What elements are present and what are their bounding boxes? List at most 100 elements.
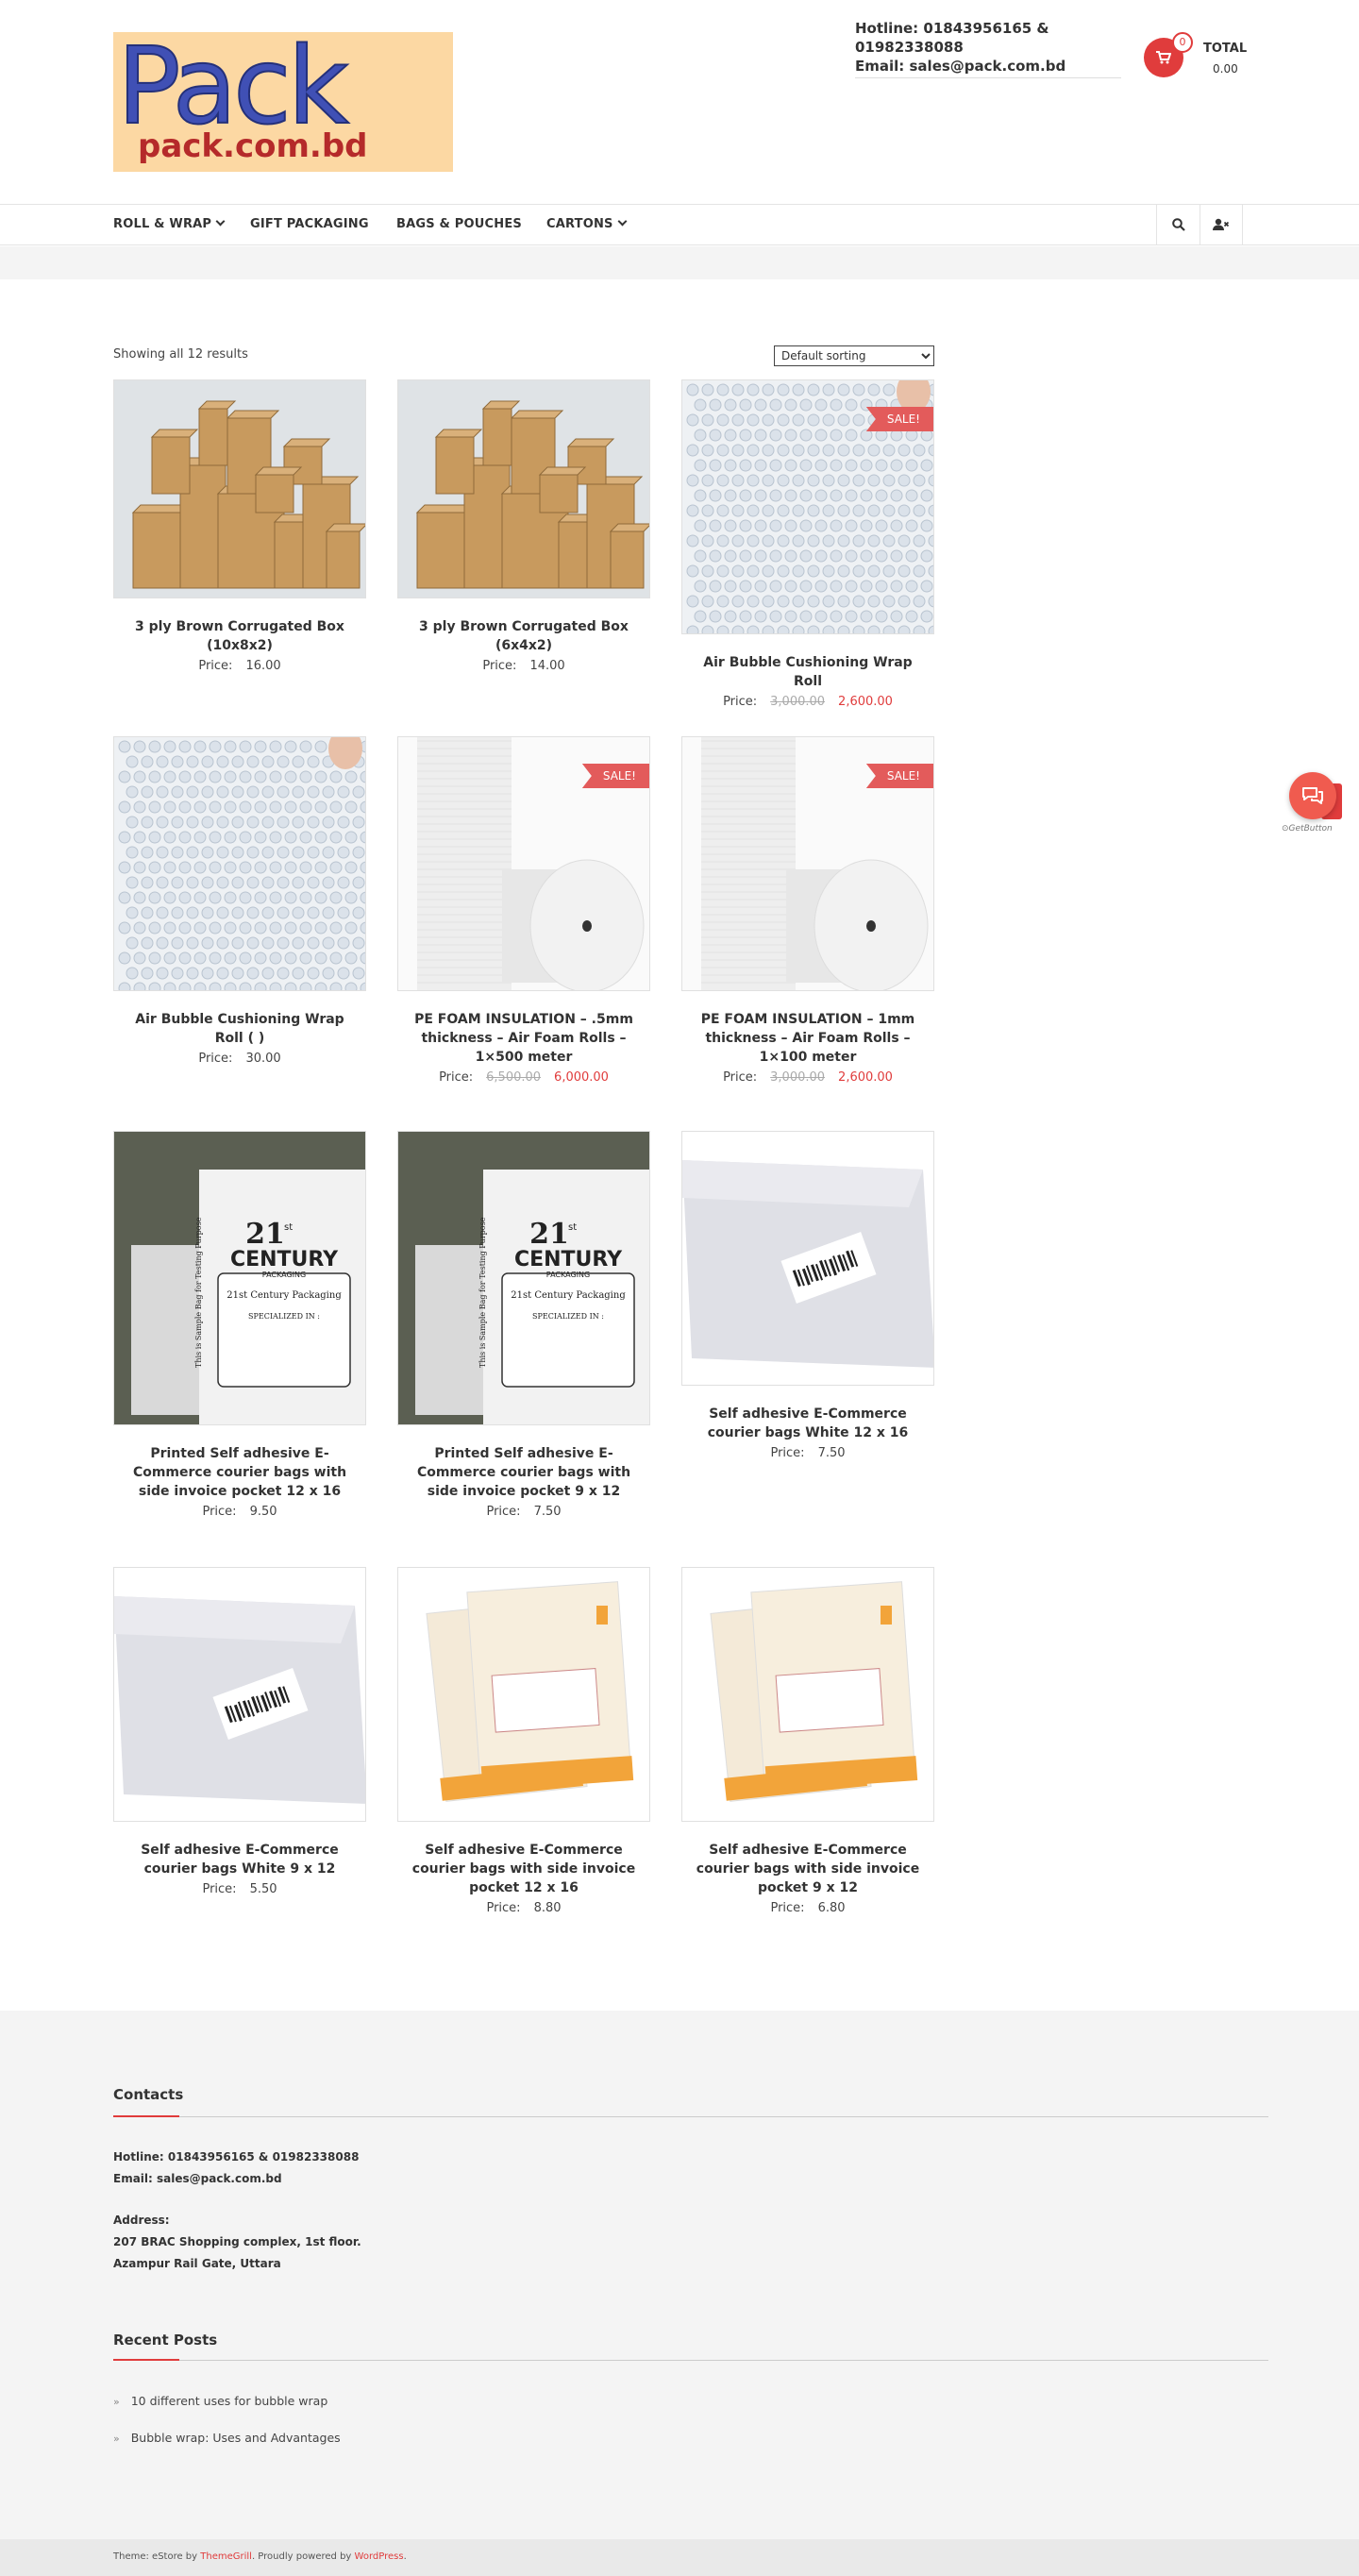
product-image[interactable]: SALE!: [681, 379, 934, 634]
nav-item-roll-wrap[interactable]: ROLL & WRAP: [113, 205, 226, 244]
account-button[interactable]: [1200, 205, 1243, 244]
product-image[interactable]: [113, 1567, 366, 1822]
header-contact: Hotline: 01843956165 & 01982338088 Email…: [855, 19, 1121, 78]
recent-post-link[interactable]: » 10 different uses for bubble wrap: [113, 2394, 327, 2408]
svg-text:21st Century Packaging: 21st Century Packaging: [226, 1290, 342, 1301]
product-card[interactable]: 3 ply Brown Corrugated Box (6x4x2) Price:…: [397, 379, 650, 676]
product-card[interactable]: Self adhesive E-Commerce courier bags Wh…: [113, 1567, 366, 1899]
product-photo: [682, 1132, 933, 1385]
cart-icon: [1156, 51, 1172, 64]
site-logo[interactable]: Pack pack.com.bd: [113, 32, 453, 172]
product-title[interactable]: Self adhesive E-Commerce courier bags Wh…: [681, 1405, 934, 1442]
price-value: 7.50: [817, 1446, 846, 1460]
double-chevron-icon: »: [113, 2433, 120, 2445]
product-title[interactable]: Self adhesive E-Commerce courier bags wi…: [681, 1841, 934, 1897]
svg-text:st: st: [568, 1222, 577, 1233]
price-value: 7.50: [533, 1505, 562, 1519]
svg-text:SPECIALIZED IN :: SPECIALIZED IN :: [248, 1312, 320, 1321]
getbutton-credit[interactable]: ⊙GetButton: [1282, 824, 1333, 833]
results-count: Showing all 12 results: [113, 347, 248, 362]
price-value: 5.50: [249, 1882, 277, 1896]
old-price: 3,000.00: [770, 695, 826, 709]
product-card[interactable]: 21st CENTURY PACKAGING 21st Century Packagi…: [397, 1131, 650, 1522]
product-title[interactable]: Self adhesive E-Commerce courier bags Wh…: [113, 1841, 366, 1878]
product-image[interactable]: SALE!: [681, 736, 934, 991]
product-title[interactable]: PE FOAM INSULATION – .5mm thickness – Ai…: [397, 1010, 650, 1067]
price-label: Price:: [770, 1446, 805, 1460]
price-label: Price:: [198, 1052, 233, 1066]
product-title[interactable]: Printed Self adhesive E-Commerce courier…: [397, 1444, 650, 1501]
product-photo: [398, 1568, 649, 1821]
theme-prefix: Theme: eStore by: [113, 2551, 201, 2562]
product-price: Price: 8.80: [397, 1899, 650, 1918]
product-price: Price: 9.50: [113, 1503, 366, 1522]
product-card[interactable]: SALE! PE FOAM INSULATION – .5mm thickness…: [397, 736, 650, 1087]
product-photo: [398, 380, 649, 598]
product-card[interactable]: 3 ply Brown Corrugated Box (10x8x2) Price…: [113, 379, 366, 676]
product-photo: 21 st CENTURYPACKAGING 21st Century Packagi…: [114, 1132, 365, 1424]
product-card[interactable]: SALE! PE FOAM INSULATION – 1mm thickness …: [681, 736, 934, 1087]
price-label: Price:: [486, 1901, 521, 1915]
product-card[interactable]: Air Bubble Cushioning Wrap Roll ( ) Price…: [113, 736, 366, 1069]
product-title[interactable]: PE FOAM INSULATION – 1mm thickness – Air…: [681, 1010, 934, 1067]
product-card[interactable]: SALE! Air Bubble Cushioning Wrap Roll Pric…: [681, 379, 934, 712]
sort-select[interactable]: Default sorting: [774, 345, 934, 366]
product-card[interactable]: Self adhesive E-Commerce courier bags Wh…: [681, 1131, 934, 1463]
themegrill-link[interactable]: ThemeGrill: [200, 2551, 252, 2562]
chat-float-button[interactable]: [1289, 772, 1336, 819]
product-title[interactable]: 3 ply Brown Corrugated Box (10x8x2): [113, 617, 366, 655]
recent-post-link[interactable]: » Bubble wrap: Uses and Advantages: [113, 2431, 341, 2445]
product-title[interactable]: Air Bubble Cushioning Wrap Roll ( ): [113, 1010, 366, 1048]
price-label: Price:: [770, 1901, 805, 1915]
product-image[interactable]: 21st CENTURY PACKAGING 21st Century Packagi…: [397, 1131, 650, 1425]
price-label: Price:: [723, 1070, 758, 1085]
product-image[interactable]: 21st CENTURY PACKAGING 21st Century Packagi…: [113, 1131, 366, 1425]
powered-prefix: . Proudly powered by: [251, 2551, 355, 2562]
svg-text:21: 21: [245, 1218, 285, 1251]
footer-address-line1: 207 BRAC Shopping complex, 1st floor.: [113, 2235, 361, 2248]
nav-label: CARTONS: [546, 217, 613, 231]
product-image[interactable]: [397, 379, 650, 598]
product-title[interactable]: Air Bubble Cushioning Wrap Roll: [681, 653, 934, 691]
product-title[interactable]: Self adhesive E-Commerce courier bags wi…: [397, 1841, 650, 1897]
nav-item-gift-packaging[interactable]: GIFT PACKAGING: [250, 205, 369, 244]
product-title[interactable]: 3 ply Brown Corrugated Box (6x4x2): [397, 617, 650, 655]
price-label: Price:: [439, 1070, 474, 1085]
footer-email: Email: sales@pack.com.bd: [113, 2172, 282, 2185]
old-price: 6,500.00: [486, 1070, 542, 1085]
product-image[interactable]: [681, 1567, 934, 1822]
product-image[interactable]: [397, 1567, 650, 1822]
site-footer: Contacts Hotline: 01843956165 & 01982338…: [0, 2011, 1359, 2539]
search-button[interactable]: [1156, 205, 1200, 244]
powered-suffix: .: [403, 2551, 407, 2562]
price-value: 6.80: [817, 1901, 846, 1915]
nav-label: BAGS & POUCHES: [396, 217, 522, 231]
search-icon: [1171, 218, 1185, 231]
price-value: 16.00: [245, 659, 281, 673]
footer-address-label: Address:: [113, 2214, 170, 2227]
product-photo: [114, 1568, 365, 1821]
product-image[interactable]: [113, 736, 366, 991]
product-card[interactable]: Self adhesive E-Commerce courier bags wi…: [397, 1567, 650, 1918]
product-price: Price: 6,500.00 6,000.00: [397, 1069, 650, 1087]
product-price: Price: 3,000.00 2,600.00: [681, 1069, 934, 1087]
cart-widget[interactable]: 0 TOTAL 0.00: [1144, 32, 1248, 85]
double-chevron-icon: »: [113, 2396, 120, 2408]
product-image[interactable]: [113, 379, 366, 598]
price-label: Price:: [486, 1505, 521, 1519]
nav-item-bags-pouches[interactable]: BAGS & POUCHES: [396, 205, 522, 244]
product-price: Price: 7.50: [397, 1503, 650, 1522]
price-value: 8.80: [533, 1901, 562, 1915]
user-x-icon: [1213, 218, 1230, 230]
wordpress-link[interactable]: WordPress: [355, 2551, 404, 2562]
nav-item-cartons[interactable]: CARTONS: [546, 205, 628, 244]
product-card[interactable]: 21st CENTURY PACKAGING 21st Century Packagi…: [113, 1131, 366, 1522]
product-title[interactable]: Printed Self adhesive E-Commerce courier…: [113, 1444, 366, 1501]
copyright-bar: Theme: eStore by ThemeGrill. Proudly pow…: [0, 2539, 1359, 2576]
product-image[interactable]: [681, 1131, 934, 1386]
product-image[interactable]: SALE!: [397, 736, 650, 991]
product-card[interactable]: Self adhesive E-Commerce courier bags wi…: [681, 1567, 934, 1918]
contacts-divider: [113, 2115, 1268, 2117]
product-price: Price: 7.50: [681, 1444, 934, 1463]
site-header: Pack pack.com.bd Hotline: 01843956165 & …: [0, 0, 1359, 204]
